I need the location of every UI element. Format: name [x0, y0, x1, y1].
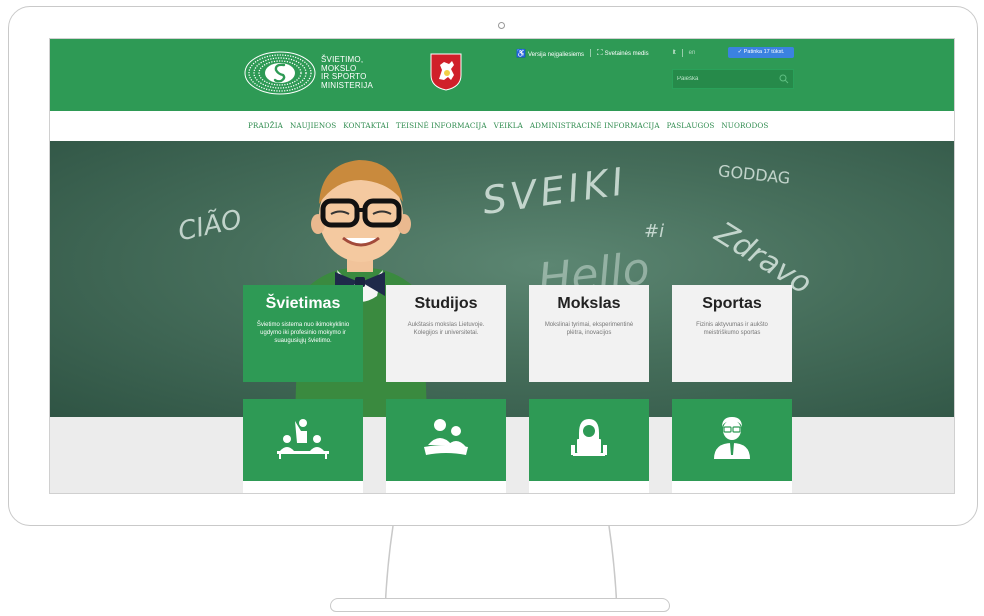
chalk-word: GODDAG: [717, 161, 792, 188]
nav-item-pradzia[interactable]: PRADŽIA: [248, 121, 283, 130]
icon-box-mokslas[interactable]: [529, 399, 649, 481]
nav-item-naujienos[interactable]: NAUJIENOS: [290, 121, 336, 130]
top-links: ♿ Versija neįgaliesiems ⛶ Svetainės medis …: [516, 48, 695, 58]
icon-box-sportas[interactable]: [672, 399, 792, 481]
card-title: Sportas: [702, 295, 762, 312]
card-text: Fizinis aktyvumas ir aukšto meistriškumo…: [696, 322, 768, 336]
hero-banner: CIÃO SVEIKI GODDAG Zdravo Hello #i Šviet…: [50, 141, 954, 417]
accessibility-label: Versija neįgaliesiems: [527, 51, 584, 58]
sitemap-link[interactable]: ⛶ Svetainės medis: [597, 48, 649, 58]
researcher-laptop-icon: [571, 419, 607, 456]
chalk-word: #i: [644, 221, 665, 242]
ministry-logo-icon[interactable]: [244, 51, 316, 95]
nav-item-paslaugos[interactable]: PASLAUGOS: [667, 121, 715, 130]
card-studijos[interactable]: Studijos Aukštasis mokslas Lietuvoje. Ko…: [386, 285, 506, 382]
site-header: ŠVIETIMO, MOKSLO IR SPORTO MINISTERIJA ♿…: [50, 39, 954, 111]
lang-lt-link[interactable]: lt: [673, 50, 676, 56]
chalk-word: CIÃO: [175, 204, 245, 248]
icon-box-footer: [672, 481, 792, 493]
chalk-word: SVEIKI: [479, 159, 630, 223]
nav-item-nuorodos[interactable]: NUORODOS: [721, 121, 768, 130]
search-icon[interactable]: [779, 74, 789, 84]
nav-item-kontaktai[interactable]: KONTAKTAI: [343, 121, 389, 130]
card-text: Švietimo sistema nuo ikimokyklinio ugdym…: [256, 322, 350, 344]
main-nav: PRADŽIA NAUJIENOS KONTAKTAI TEISINĖ INFO…: [50, 111, 954, 142]
students-reading-icon: [424, 419, 468, 455]
icon-box-footer: [243, 481, 363, 493]
sitemap-icon: ⛶: [597, 48, 603, 57]
facebook-like-button[interactable]: ✓ Patinka 17 tūkst.: [728, 47, 794, 58]
divider: [681, 49, 683, 57]
card-sportas[interactable]: Sportas Fizinis aktyvumas ir aukšto meis…: [672, 285, 792, 382]
card-mokslas[interactable]: Mokslas Mokslinai tyrimai, eksperimentin…: [529, 285, 649, 382]
divider: [590, 49, 591, 57]
sitemap-label: Svetainės medis: [604, 51, 649, 57]
card-title: Švietimas: [265, 295, 341, 312]
nav-item-administracine-informacija[interactable]: ADMINISTRACINĖ INFORMACIJA: [530, 121, 660, 130]
search-box: [672, 69, 794, 89]
wheelchair-icon: ♿: [516, 48, 526, 58]
card-text: Mokslinai tyrimai, eksperimentinė plėtra…: [544, 322, 634, 336]
icon-box-svietimas[interactable]: [243, 399, 363, 481]
icon-box-footer: [529, 481, 649, 493]
icon-box-footer: [386, 481, 506, 493]
logo-line: MINISTERIJA: [321, 80, 373, 90]
card-title: Studijos: [414, 295, 478, 312]
browser-screen: ŠVIETIMO, MOKSLO IR SPORTO MINISTERIJA ♿…: [49, 38, 955, 494]
card-text: Aukštasis mokslas Lietuvoje. Kolegijos i…: [407, 322, 485, 336]
monitor-base: [330, 598, 670, 612]
icon-box-studijos[interactable]: [386, 399, 506, 481]
coach-icon: [714, 417, 750, 459]
card-title: Mokslas: [557, 295, 621, 312]
camera-icon: [498, 22, 505, 29]
search-input[interactable]: [677, 73, 777, 85]
like-button-label: Patinka 17 tūkst.: [743, 49, 785, 55]
lang-en-link[interactable]: en: [689, 50, 696, 56]
coat-of-arms-icon: [430, 53, 462, 91]
classroom-icon: [277, 419, 329, 459]
accessibility-link[interactable]: ♿ Versija neįgaliesiems: [516, 49, 584, 58]
ministry-name: ŠVIETIMO, MOKSLO IR SPORTO MINISTERIJA: [321, 55, 373, 90]
nav-item-veikla[interactable]: VEIKLA: [494, 121, 523, 130]
card-svietimas[interactable]: Švietimas Švietimo sistema nuo ikimokykl…: [243, 285, 363, 382]
nav-item-teisine-informacija[interactable]: TEISINĖ INFORMACIJA: [396, 121, 487, 130]
